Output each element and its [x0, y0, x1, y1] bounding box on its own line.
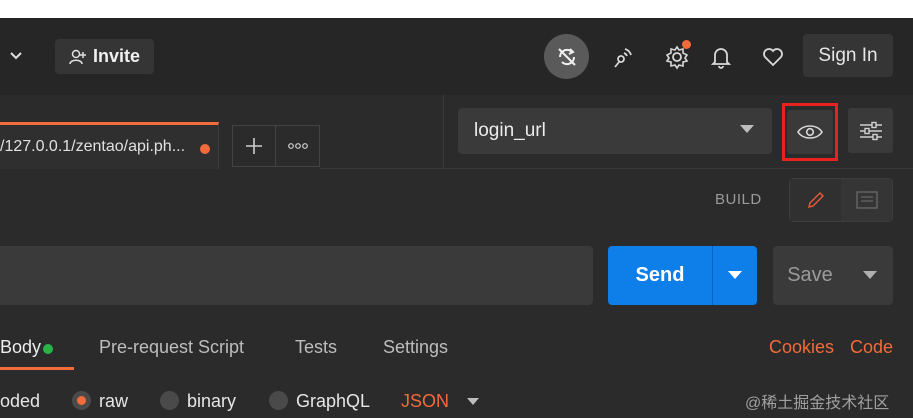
notification-dot [682, 40, 691, 49]
caret-down-icon [728, 271, 742, 280]
sync-off-icon[interactable] [544, 34, 589, 79]
cookies-link[interactable]: Cookies [769, 337, 834, 358]
app-header: Invite Sign In [0, 18, 913, 96]
send-label: Send [635, 264, 685, 286]
heart-icon[interactable] [758, 40, 788, 74]
body-type-urlencoded-label[interactable]: oded [0, 391, 40, 412]
body-status-dot [43, 344, 53, 354]
request-url-input[interactable] [0, 246, 593, 305]
raw-label: raw [99, 391, 129, 411]
request-tab-url: /127.0.0.1/zentao/api.ph... [0, 138, 186, 155]
browser-top-strip [0, 0, 913, 18]
environment-selected-label: login_url [474, 120, 546, 141]
request-tab[interactable]: /127.0.0.1/zentao/api.ph... [0, 122, 219, 169]
build-label: BUILD [715, 191, 762, 208]
tabs-divider [443, 95, 444, 169]
graphql-label: GraphQL [296, 391, 371, 411]
environment-quick-look-button[interactable] [782, 103, 838, 161]
tab-tests[interactable]: Tests [295, 337, 337, 358]
save-button-group: Save [773, 246, 893, 305]
sign-in-label: Sign In [818, 44, 878, 66]
settings-gear-icon[interactable] [661, 40, 693, 74]
send-button-group: Send [608, 246, 757, 305]
caret-down-icon [467, 398, 479, 406]
bell-icon[interactable] [707, 40, 735, 74]
binary-label: binary [187, 391, 237, 411]
eye-icon [797, 124, 823, 140]
content-type-select[interactable]: JSON [401, 388, 483, 414]
graphql-radio[interactable] [269, 391, 288, 410]
tabs-bottom-border [320, 168, 913, 169]
save-button[interactable]: Save [773, 246, 847, 305]
save-options-button[interactable] [847, 246, 893, 305]
watermark: @稀土掘金技术社区 [745, 395, 890, 412]
code-link[interactable]: Code [850, 337, 893, 358]
send-options-button[interactable] [713, 246, 757, 305]
add-user-icon [69, 48, 87, 66]
content-type-label: JSON [401, 391, 450, 411]
binary-radio[interactable] [160, 391, 179, 410]
active-tab-underline [0, 367, 74, 370]
more-tabs-button[interactable] [276, 125, 320, 167]
raw-radio-dot [77, 396, 86, 405]
new-tab-button[interactable] [232, 125, 276, 167]
unsaved-changes-dot [200, 144, 210, 154]
pencil-icon [806, 190, 826, 210]
environment-select[interactable]: login_url [458, 108, 772, 154]
send-button[interactable]: Send [608, 246, 712, 305]
tab-settings[interactable]: Settings [383, 337, 448, 358]
invite-button[interactable]: Invite [55, 39, 154, 74]
tab-prerequest-script[interactable]: Pre-request Script [99, 337, 244, 358]
tab-body[interactable]: Body [0, 330, 74, 370]
build-mode-toggle [789, 178, 893, 222]
chevron-down-icon[interactable] [6, 44, 26, 68]
save-label: Save [787, 264, 833, 286]
caret-down-icon [863, 271, 877, 280]
manage-environments-button[interactable] [848, 108, 893, 153]
ellipsis-icon [287, 142, 309, 150]
build-mode-edit-button[interactable] [790, 179, 841, 221]
sign-in-button[interactable]: Sign In [803, 34, 893, 77]
tab-body-label: Body [0, 337, 42, 357]
plus-icon [245, 137, 263, 155]
sliders-icon [859, 121, 883, 141]
caret-down-icon [740, 125, 754, 134]
satellite-icon[interactable] [608, 40, 638, 74]
raw-radio[interactable] [72, 391, 91, 410]
build-mode-view-button[interactable] [841, 179, 892, 221]
tabs-row: /127.0.0.1/zentao/api.ph... login_url [0, 95, 913, 169]
invite-label: Invite [92, 46, 140, 66]
document-icon [855, 191, 878, 209]
